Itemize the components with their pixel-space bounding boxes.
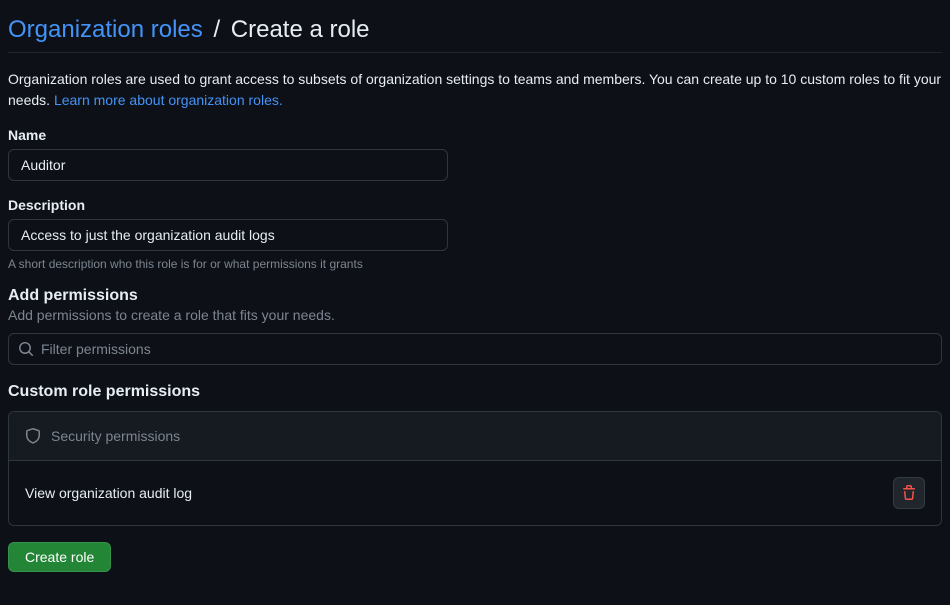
permission-row: View organization audit log [9,461,941,525]
search-icon [18,341,34,357]
description-label: Description [8,197,942,213]
permission-box: Security permissions View organization a… [8,411,942,526]
breadcrumb-current: Create a role [231,16,370,43]
description-field: Description A short description who this… [8,197,942,271]
description-helper: A short description who this role is for… [8,257,942,271]
create-role-button[interactable]: Create role [8,542,111,572]
filter-permissions-wrap [8,333,942,365]
filter-permissions-input[interactable] [8,333,942,365]
add-permissions-subtitle: Add permissions to create a role that fi… [8,307,942,323]
trash-icon [901,485,917,501]
name-label: Name [8,127,942,143]
add-permissions-title: Add permissions [8,287,942,305]
shield-icon [25,428,41,444]
add-permissions-section: Add permissions Add permissions to creat… [8,287,942,365]
permission-item-label: View organization audit log [25,485,192,501]
breadcrumb-parent-link[interactable]: Organization roles [8,16,203,43]
intro-text: Organization roles are used to grant acc… [8,69,942,111]
name-field: Name [8,127,942,181]
description-input[interactable] [8,219,448,251]
breadcrumb-separator: / [213,16,220,43]
name-input[interactable] [8,149,448,181]
custom-permissions-title: Custom role permissions [8,383,942,401]
custom-permissions-section: Custom role permissions Security permiss… [8,383,942,526]
delete-permission-button[interactable] [893,477,925,509]
learn-more-link[interactable]: Learn more about organization roles. [54,92,283,108]
permission-group-header: Security permissions [9,412,941,461]
permission-group-label: Security permissions [51,428,180,444]
breadcrumb: Organization roles / Create a role [8,16,942,53]
